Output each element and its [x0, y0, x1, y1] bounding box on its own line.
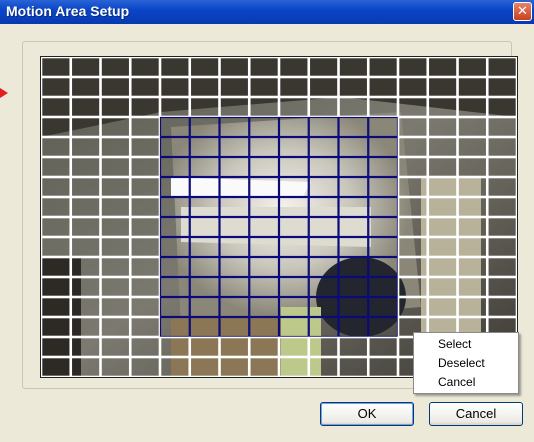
- doorway: [421, 177, 481, 347]
- close-icon[interactable]: ✕: [513, 2, 532, 21]
- motion-grid-canvas[interactable]: [41, 57, 517, 377]
- lit-surface: [181, 207, 371, 247]
- title-bar: Motion Area Setup ✕: [0, 0, 534, 24]
- bench: [171, 317, 281, 377]
- menu-item-deselect[interactable]: Deselect: [414, 354, 518, 373]
- pointer-arrow-icon: [0, 88, 8, 98]
- menu-item-select[interactable]: Select: [414, 335, 518, 354]
- camera-preview[interactable]: [40, 56, 518, 378]
- menu-item-cancel[interactable]: Cancel: [414, 373, 518, 392]
- ok-button[interactable]: OK: [320, 402, 414, 426]
- grid-context-menu: Select Deselect Cancel: [413, 332, 519, 394]
- cancel-button[interactable]: Cancel: [429, 402, 523, 426]
- window-title: Motion Area Setup: [6, 3, 130, 19]
